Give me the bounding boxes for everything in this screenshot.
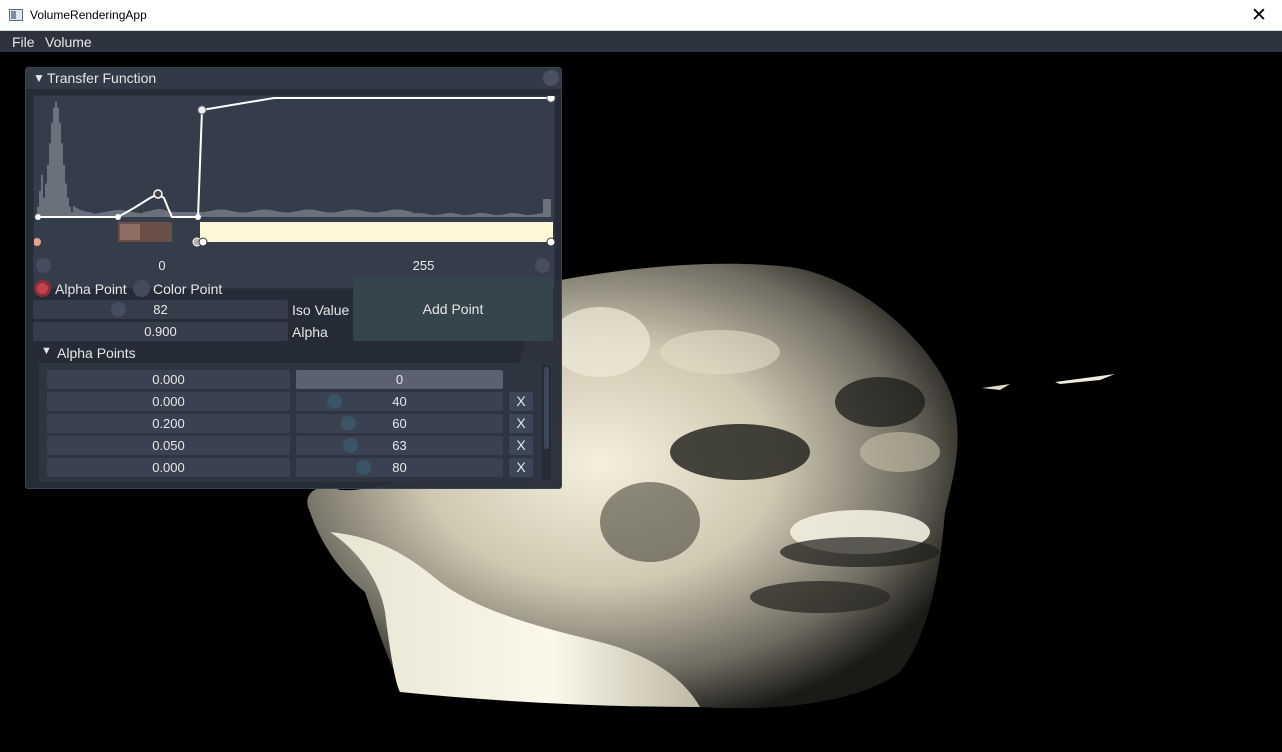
- collapse-triangle-icon[interactable]: ▼: [33, 71, 45, 85]
- alpha-point-alpha-input[interactable]: 0.000: [47, 458, 290, 477]
- add-point-button[interactable]: Add Point: [353, 277, 553, 341]
- alpha-point-alpha-input[interactable]: 0.000: [47, 392, 290, 411]
- panel-close-button[interactable]: [543, 70, 559, 86]
- alpha-point-alpha-input[interactable]: 0.000: [47, 370, 290, 389]
- alpha-point-alpha: 0.050: [152, 438, 185, 453]
- window-title-bar: VolumeRenderingApp ✕: [0, 0, 1282, 31]
- alpha-point-handle: [195, 214, 201, 220]
- remove-alpha-point-button[interactable]: X: [509, 458, 533, 477]
- panel-title-bar[interactable]: ▼ Transfer Function: [26, 68, 561, 89]
- alpha-point-alpha: 0.000: [152, 372, 185, 387]
- range-min-slider[interactable]: 0: [33, 256, 291, 275]
- color-point-handle: [198, 237, 208, 247]
- remove-alpha-point-button[interactable]: X: [509, 436, 533, 455]
- scrollbar-thumb[interactable]: [544, 367, 549, 449]
- alpha-point-iso: 60: [392, 416, 407, 431]
- alpha-curve: [38, 97, 551, 218]
- alpha-point-iso: 63: [392, 438, 407, 453]
- alpha-point-iso-slider[interactable]: 63: [296, 436, 503, 455]
- alpha-point-alpha: 0.000: [152, 460, 185, 475]
- alpha-points-title: Alpha Points: [57, 345, 136, 361]
- add-point-label: Add Point: [422, 301, 484, 317]
- iso-value: 82: [153, 302, 168, 317]
- remove-alpha-point-button[interactable]: X: [509, 392, 533, 411]
- alpha-point-alpha-input[interactable]: 0.050: [47, 436, 290, 455]
- alpha-point-handle: [115, 214, 121, 220]
- alpha-point-label: Alpha Point: [55, 281, 127, 297]
- histogram: [37, 102, 551, 217]
- alpha-point-iso: 0: [395, 372, 404, 387]
- remove-alpha-point-button[interactable]: X: [509, 414, 533, 433]
- alpha-point-iso-slider[interactable]: 0: [296, 370, 503, 389]
- transfer-function-panel: ▼ Transfer Function 0 255 Alpha Point Co…: [25, 67, 562, 489]
- menu-bar: File Volume: [0, 31, 1282, 52]
- alpha-points-header[interactable]: ▼ Alpha Points: [35, 344, 555, 362]
- color-point-handle: [546, 237, 556, 247]
- collapse-triangle-icon[interactable]: ▼: [41, 345, 52, 357]
- window-title: VolumeRenderingApp: [30, 8, 147, 22]
- alpha-point-iso-slider[interactable]: 40: [296, 392, 503, 411]
- alpha-point-iso-slider[interactable]: 80: [296, 458, 503, 477]
- range-max-value: 255: [412, 258, 435, 273]
- alpha-point-radio[interactable]: [34, 280, 51, 297]
- app-window-icon: [9, 9, 23, 21]
- alpha-value: 0.900: [144, 324, 177, 339]
- iso-value-label: Iso Value: [292, 302, 350, 318]
- alpha-input[interactable]: 0.900: [33, 322, 288, 341]
- color-point-handle: [34, 238, 41, 246]
- color-point-label: Color Point: [153, 281, 223, 297]
- alpha-point-iso-slider[interactable]: 60: [296, 414, 503, 433]
- alpha-point-alpha-input[interactable]: 0.200: [47, 414, 290, 433]
- color-bar-cream: [200, 222, 553, 242]
- range-min-value: 0: [158, 258, 166, 273]
- menu-volume[interactable]: Volume: [45, 34, 92, 50]
- alpha-points-list[interactable]: 0.000 0 0.000 40 X 0.200 60 X 0.050 63 X…: [39, 363, 554, 482]
- iso-value-slider[interactable]: 82: [33, 300, 288, 319]
- alpha-point-alpha: 0.000: [152, 394, 185, 409]
- alpha-point-handle: [35, 214, 41, 220]
- alpha-point-handle: [153, 189, 163, 199]
- color-point-radio[interactable]: [133, 280, 150, 297]
- alpha-label: Alpha: [292, 324, 328, 340]
- alpha-point-iso: 80: [392, 460, 407, 475]
- alpha-point-iso: 40: [392, 394, 407, 409]
- range-max-slider[interactable]: 255: [293, 256, 554, 275]
- close-window-button[interactable]: ✕: [1236, 0, 1282, 31]
- menu-file[interactable]: File: [12, 34, 35, 50]
- alpha-point-handle: [546, 96, 556, 103]
- alpha-point-handle: [197, 105, 207, 115]
- panel-title: Transfer Function: [47, 70, 157, 86]
- alpha-point-alpha: 0.200: [152, 416, 185, 431]
